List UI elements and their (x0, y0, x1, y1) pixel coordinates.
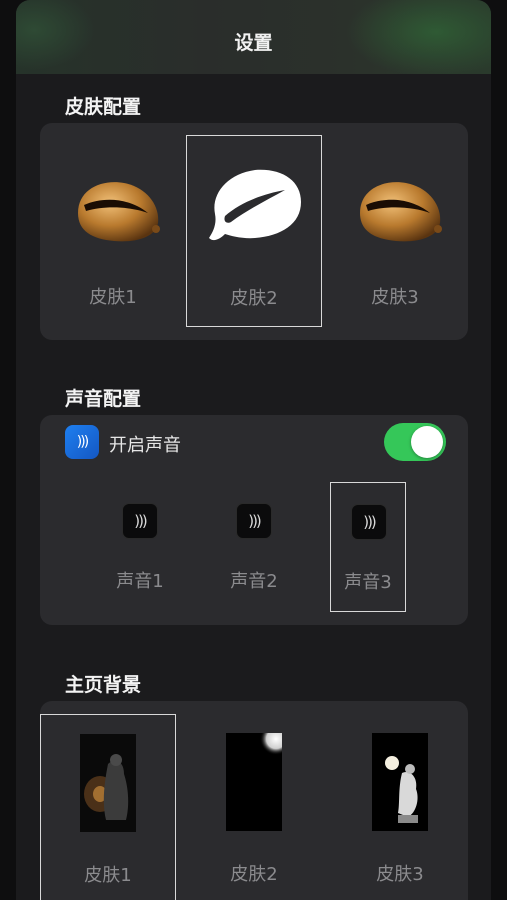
buddha-scene-image (80, 734, 136, 832)
sound-wave-icon: ))) (122, 503, 158, 539)
sound-option-label: 声音3 (344, 572, 392, 593)
skin-section-title: 皮肤配置 (65, 96, 142, 118)
background-section-title: 主页背景 (65, 674, 142, 696)
enable-sound-label: 开启声音 (109, 435, 181, 456)
background-card: 皮肤1 皮肤2 皮肤3 (40, 701, 468, 900)
moon-statue-image (372, 733, 428, 831)
background-option-label: 皮肤1 (84, 865, 132, 886)
sound-wave-icon: ))) (236, 503, 272, 539)
skin-card: 皮肤1 皮肤2 皮肤3 (40, 123, 468, 340)
sound-option-3[interactable]: ))) 声音3 (330, 482, 406, 612)
sound-option-2[interactable]: ))) 声音2 (210, 483, 298, 611)
sound-app-icon: ))) (65, 425, 99, 459)
sound-option-label: 声音1 (116, 571, 164, 592)
wooden-fish-white-icon (209, 169, 301, 241)
page-title: 设置 (234, 32, 273, 54)
moon-dark-image (226, 733, 282, 831)
skin-option-2[interactable]: 皮肤2 (186, 135, 322, 327)
toggle-knob (411, 426, 443, 458)
sound-card: ))) 开启声音 ))) 声音1 ))) 声音2 ))) 声音3 (40, 415, 468, 625)
sound-option-1[interactable]: ))) 声音1 (96, 483, 184, 611)
wooden-fish-brown-icon (78, 182, 160, 242)
skin-option-label: 皮肤1 (89, 287, 137, 308)
background-option-2[interactable]: 皮肤2 (186, 714, 322, 900)
background-thumbnail-1 (80, 734, 136, 832)
background-thumbnail-3 (372, 733, 428, 831)
background-option-3[interactable]: 皮肤3 (332, 714, 468, 900)
skin-option-3[interactable]: 皮肤3 (330, 135, 460, 325)
background-option-label: 皮肤2 (230, 864, 278, 885)
background-option-label: 皮肤3 (376, 864, 424, 885)
sound-wave-icon: ))) (351, 504, 387, 540)
settings-sheet: 设置 皮肤配置 皮肤1 皮肤2 皮肤3 声音配置))) 开启声音))) 声音… (16, 0, 491, 900)
enable-sound-toggle[interactable] (384, 423, 446, 461)
wooden-fish-brown-icon (360, 182, 442, 242)
background-option-1[interactable]: 皮肤1 (40, 714, 176, 900)
background-thumbnail-2 (226, 733, 282, 831)
sound-section-title: 声音配置 (65, 388, 142, 410)
skin-option-label: 皮肤2 (230, 288, 278, 309)
header: 设置 (16, 0, 491, 74)
sound-option-label: 声音2 (230, 571, 278, 592)
skin-option-label: 皮肤3 (371, 287, 419, 308)
skin-option-1[interactable]: 皮肤1 (48, 135, 178, 325)
